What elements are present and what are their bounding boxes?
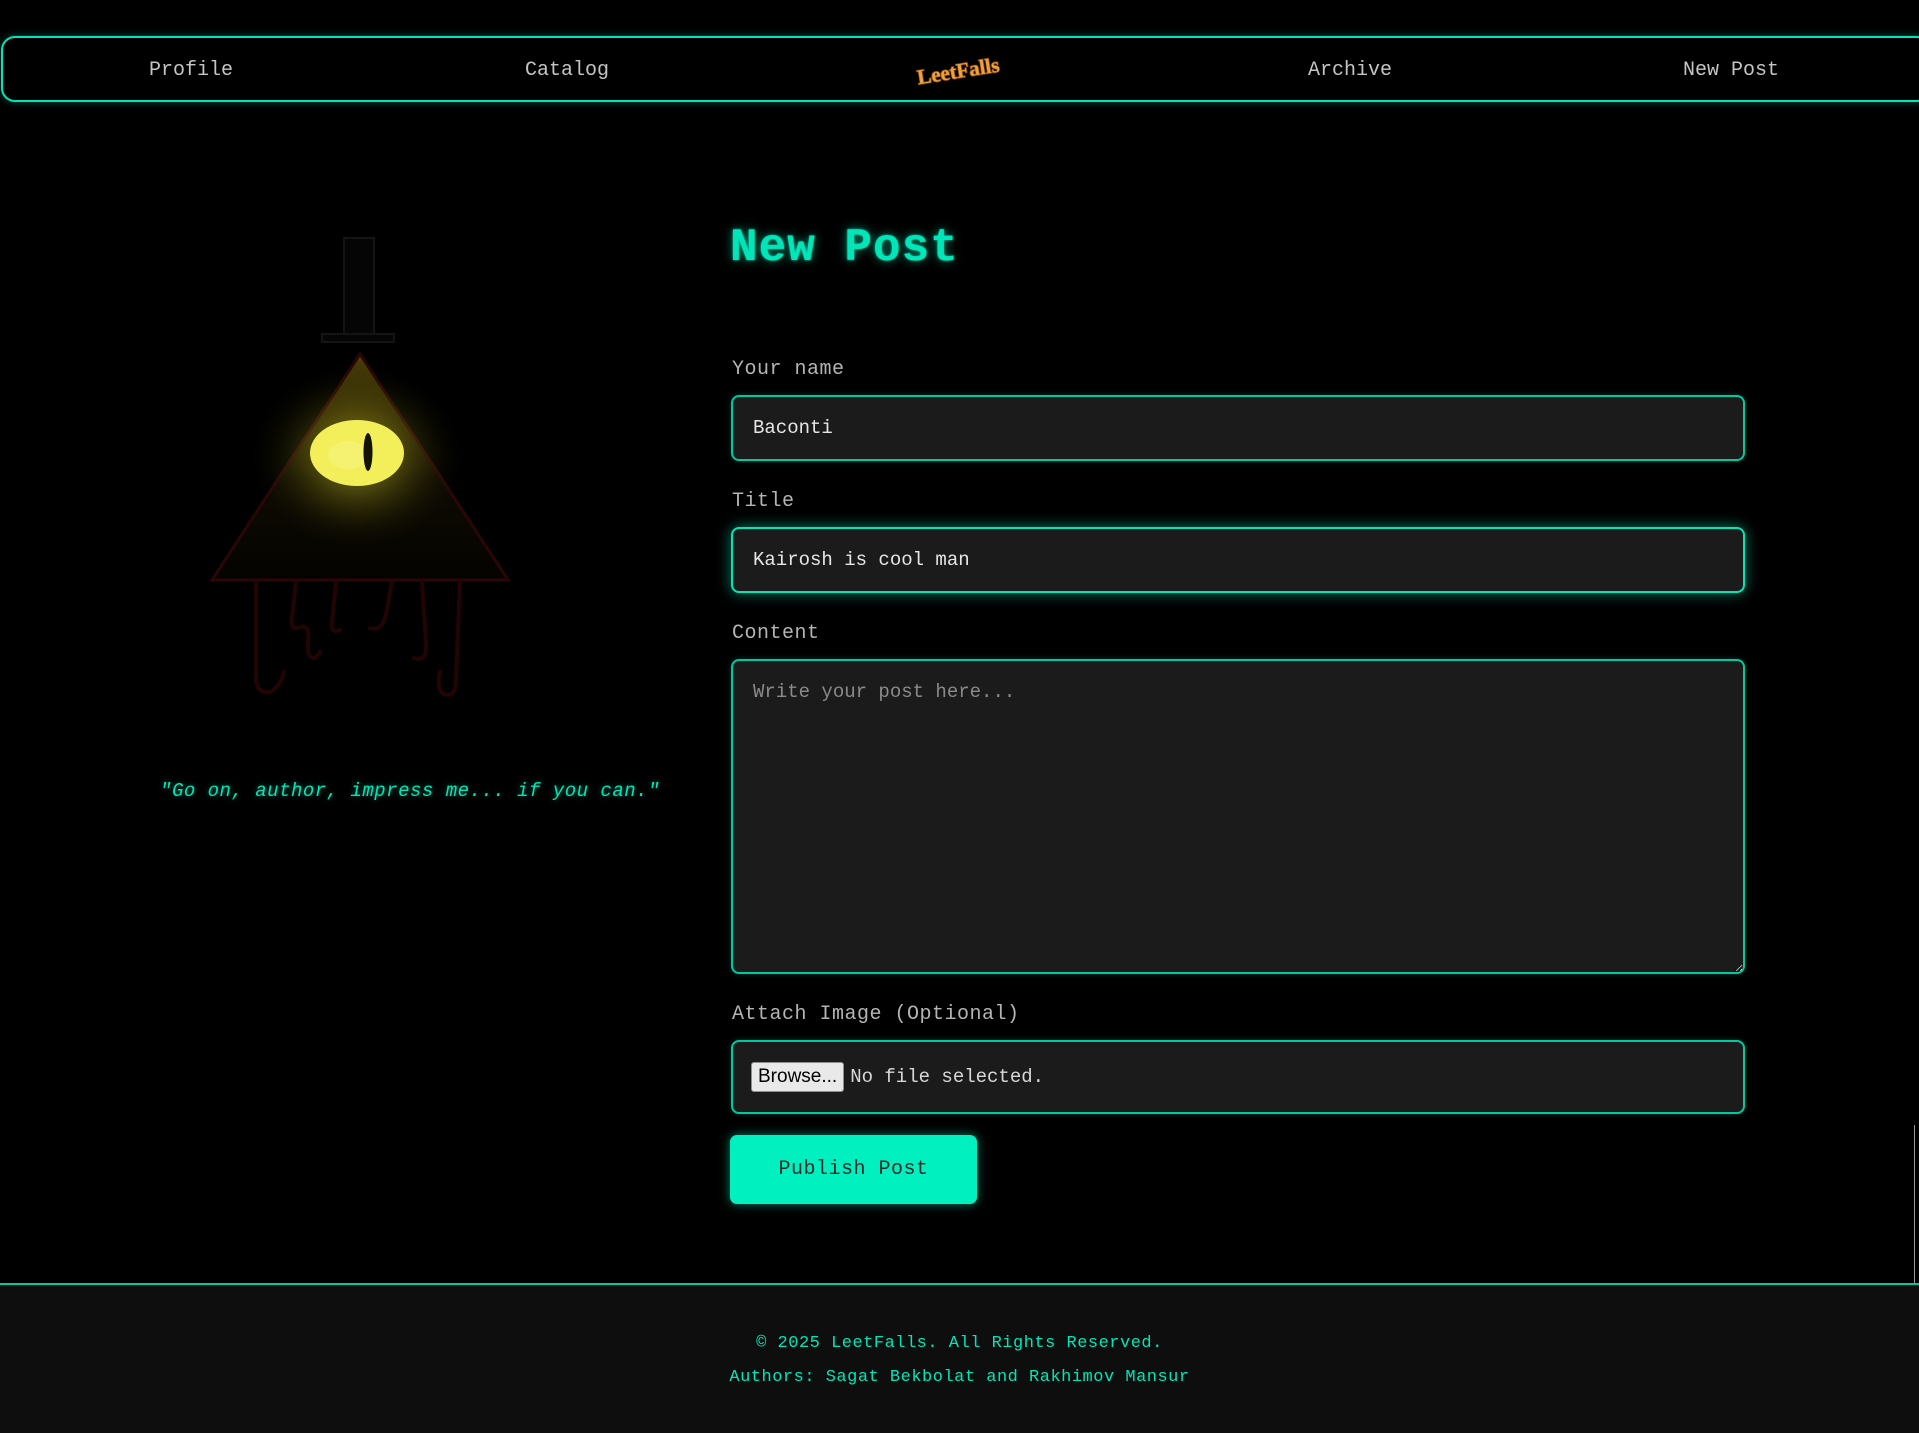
footer-authors: Authors: Sagat Bekbolat and Rakhimov Man… — [729, 1368, 1190, 1387]
logo-wordmark: LeetFalls — [915, 53, 1001, 89]
footer-copyright: © 2025 LeetFalls. All Rights Reserved. — [756, 1334, 1163, 1353]
browse-button[interactable]: Browse... — [751, 1062, 845, 1092]
mascot-illustration — [200, 232, 530, 712]
content-textarea[interactable] — [731, 659, 1745, 974]
image-file-input: Browse... No file selected. — [731, 1040, 1745, 1114]
site-logo[interactable]: LeetFalls — [908, 51, 1008, 90]
mascot-quote: "Go on, author, impress me... if you can… — [160, 780, 660, 802]
name-label: Your name — [732, 358, 845, 381]
title-input[interactable] — [731, 527, 1745, 593]
nav-link-new-post[interactable]: New Post — [1683, 38, 1779, 104]
image-label: Attach Image (Optional) — [732, 1003, 1020, 1026]
page-title: New Post — [730, 222, 959, 274]
nav-link-catalog[interactable]: Catalog — [525, 38, 609, 104]
content-label: Content — [732, 622, 820, 645]
nav-link-archive[interactable]: Archive — [1308, 38, 1392, 104]
file-status-text: No file selected. — [850, 1066, 1045, 1088]
leetfalls-logo-icon: LeetFalls — [915, 52, 1002, 90]
title-label: Title — [732, 490, 795, 513]
publish-post-button[interactable]: Publish Post — [730, 1135, 977, 1204]
nav-link-profile[interactable]: Profile — [149, 38, 233, 104]
footer: © 2025 LeetFalls. All Rights Reserved. A… — [0, 1283, 1919, 1433]
top-nav-bar: Profile Catalog LeetFalls Archive New Po… — [1, 36, 1919, 102]
glowing-triangle-eye-icon — [209, 237, 511, 697]
name-input[interactable] — [731, 395, 1745, 461]
